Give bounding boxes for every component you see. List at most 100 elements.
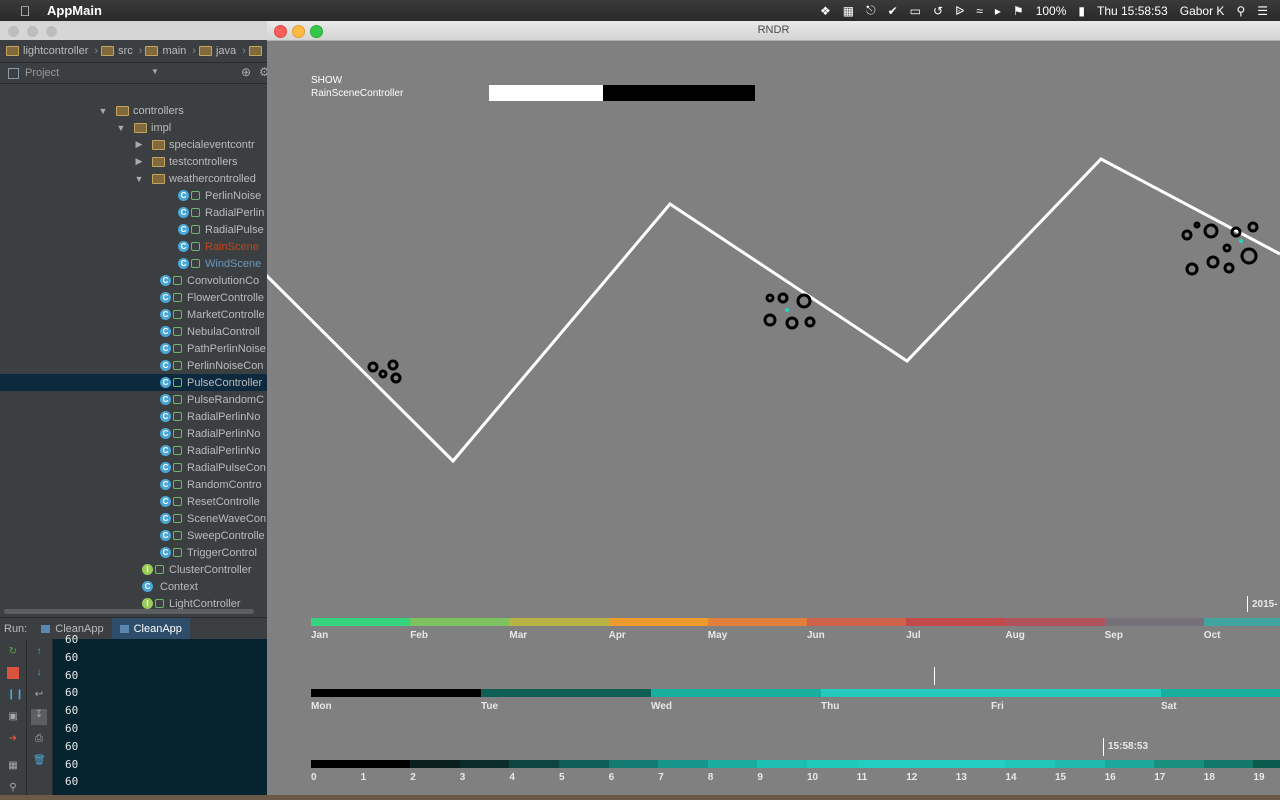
airplay-icon[interactable]: ▭ [910, 4, 921, 18]
expand-arrow-icon[interactable]: ▶ [134, 139, 144, 150]
raindrop-ring [796, 293, 812, 309]
clock[interactable]: Thu 15:58:53 [1097, 4, 1168, 18]
arrow-up-icon[interactable]: ↑ [33, 646, 45, 658]
hour-segment [410, 760, 460, 768]
tree-item[interactable]: C RadialPulse [0, 221, 267, 238]
tree-item[interactable]: C RadialPerlinNo [0, 425, 267, 442]
breadcrumb-item[interactable]: lightcontroller [6, 45, 88, 57]
tree-folder[interactable]: ▼ impl [0, 119, 267, 136]
month-segment [906, 618, 1006, 626]
tree-item[interactable]: C PerlinNoise [0, 187, 267, 204]
wrap-icon[interactable]: ↩ [33, 689, 45, 701]
day-label: Sat [1161, 701, 1177, 712]
tree-item[interactable]: C RandomContro [0, 476, 267, 493]
class-icon: C [160, 428, 171, 439]
month-label: Jun [807, 630, 825, 641]
tree-item[interactable]: C RadialPulseCon [0, 459, 267, 476]
tree-item[interactable]: C PathPerlinNoise [0, 340, 267, 357]
tree-item[interactable]: C PulseRandomC [0, 391, 267, 408]
tree-folder[interactable]: ▶ specialeventcontr [0, 136, 267, 153]
breadcrumb-item[interactable]: java [198, 45, 236, 57]
collapse-arrow-icon[interactable]: ▼ [98, 106, 108, 116]
run-tab-active[interactable]: CleanApp [111, 618, 190, 639]
raindrop-ring [1223, 262, 1235, 274]
tree-item[interactable]: C RadialPerlinNo [0, 408, 267, 425]
grid-icon[interactable]: ▦ [843, 4, 854, 18]
minimize-button[interactable] [27, 26, 38, 37]
pause-icon[interactable]: ❙❙ [7, 689, 24, 701]
collapse-arrow-icon[interactable]: ▼ [116, 123, 126, 133]
tree-item-label: WindScene [205, 257, 262, 270]
settings-icon[interactable]: ⚙ [259, 65, 267, 79]
bluetooth-icon[interactable]: ᐉ [955, 4, 964, 18]
flag-icon[interactable]: ⚑ [1013, 4, 1024, 18]
tree-item[interactable]: C SweepControlle [0, 527, 267, 544]
zoom-button[interactable] [46, 26, 57, 37]
exit-icon[interactable]: ➜ [7, 733, 19, 745]
volume-icon[interactable]: ▸ [995, 4, 1001, 18]
tree-item[interactable]: C Context [0, 578, 267, 595]
tree-item[interactable]: C ResetControlle [0, 493, 267, 510]
arrow-down-icon[interactable]: ↓ [33, 667, 45, 679]
day-segment [991, 689, 1161, 697]
drive-icon[interactable]: ⎋ [866, 3, 876, 18]
tree-item[interactable]: C PerlinNoiseCon [0, 357, 267, 374]
user-name[interactable]: Gabor K [1180, 4, 1225, 18]
lock-icon [173, 293, 182, 302]
timemachine-icon[interactable]: ↺ [933, 4, 943, 18]
print-icon[interactable]: ⎙ [33, 733, 45, 745]
hour-label: 9 [757, 772, 763, 783]
trash-icon[interactable]: 🗑 [33, 755, 46, 767]
camera-icon[interactable]: ▣ [7, 711, 19, 723]
tree-item-label: ConvolutionCo [187, 274, 260, 287]
chevron-right-icon: › [94, 45, 99, 57]
tree-item-label: MarketControlle [187, 308, 265, 321]
battery-icon[interactable]: ▮ [1078, 4, 1085, 18]
dropbox-icon[interactable]: ❖ [820, 4, 831, 18]
apple-icon[interactable]:  [17, 3, 33, 19]
tree-item[interactable]: C SceneWaveCon [0, 510, 267, 527]
breadcrumb-item[interactable] [248, 46, 266, 56]
tree-item[interactable]: C WindScene [0, 255, 267, 272]
project-view-select[interactable]: Project [25, 67, 59, 79]
class-icon: C [142, 581, 153, 592]
close-button[interactable] [8, 26, 19, 37]
console-output[interactable]: 606060606060606060200 [53, 633, 267, 800]
notification-icon[interactable]: ☰ [1257, 4, 1268, 18]
tree-folder[interactable]: ▼ controllers [0, 102, 267, 119]
spotlight-icon[interactable]: ⚲ [1236, 4, 1245, 18]
tree-item[interactable]: C FlowerControlle [0, 289, 267, 306]
tree-item[interactable]: I ClusterController [0, 561, 267, 578]
tree-item-label: testcontrollers [169, 155, 238, 168]
pin-icon[interactable]: ⚲ [7, 782, 19, 794]
stop-icon[interactable] [7, 667, 19, 679]
tree-item[interactable]: C RadialPerlin [0, 204, 267, 221]
tree-item[interactable]: C MarketControlle [0, 306, 267, 323]
tree-folder[interactable]: ▼ weathercontrolled [0, 170, 267, 187]
collapse-arrow-icon[interactable]: ▼ [134, 174, 144, 184]
breadcrumb-item[interactable]: src [101, 45, 133, 57]
expand-arrow-icon[interactable]: ▶ [134, 156, 144, 167]
check-icon[interactable]: ✔ [888, 4, 898, 18]
tree-item[interactable]: C TriggerControl [0, 544, 267, 561]
raindrop-ring [387, 359, 399, 371]
scroll-to-end-icon[interactable]: ↧ [31, 709, 47, 725]
tree-item[interactable]: C RadialPerlinNo [0, 442, 267, 459]
tree-folder[interactable]: ▶ testcontrollers [0, 153, 267, 170]
app-name-menu[interactable]: AppMain [47, 3, 102, 18]
tree-item[interactable]: C NebulaControll [0, 323, 267, 340]
horizontal-scrollbar[interactable] [4, 609, 254, 614]
layout-icon[interactable]: ▦ [7, 760, 19, 772]
project-panel-header[interactable]: Project ▼ ⊕ ⚙ [0, 63, 267, 84]
rerun-icon[interactable]: ↻ [7, 646, 19, 658]
tree-item-label: NebulaControll [187, 325, 260, 338]
tree-item[interactable]: C ConvolutionCo [0, 272, 267, 289]
tree-item[interactable]: C RainScene [0, 238, 267, 255]
tree-item[interactable]: C PulseController [0, 374, 267, 391]
chevron-down-icon[interactable]: ▼ [151, 67, 159, 76]
hour-segment [559, 760, 609, 768]
target-icon[interactable]: ⊕ [241, 65, 251, 79]
wifi-icon[interactable]: ≈ [976, 4, 983, 18]
breadcrumb-item[interactable]: main [145, 45, 186, 57]
render-canvas[interactable]: SHOW RainSceneController Jan Feb Mar Apr May… [267, 41, 1280, 795]
